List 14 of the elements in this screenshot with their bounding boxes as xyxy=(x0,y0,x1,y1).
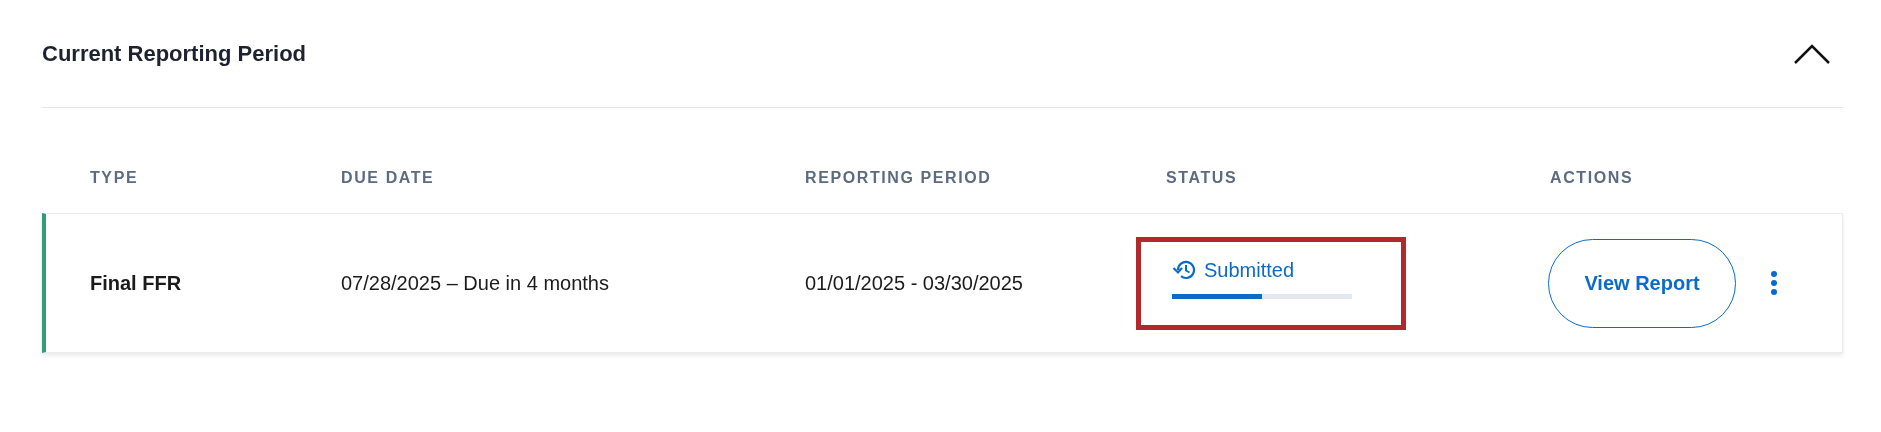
chevron-up-icon[interactable] xyxy=(1793,42,1831,65)
section-title: Current Reporting Period xyxy=(42,40,306,67)
column-header: STATUS xyxy=(1166,169,1239,187)
column-header: TYPE xyxy=(90,169,140,187)
history-icon xyxy=(1172,259,1196,281)
table-cell-text: Final FFR xyxy=(90,271,183,295)
status-label: Submitted xyxy=(1204,258,1295,282)
more-options-icon[interactable] xyxy=(1770,270,1778,296)
table-cell-text: 01/01/2025 - 03/30/2025 xyxy=(805,271,1024,295)
table-cell-text: 07/28/2025 – Due in 4 months xyxy=(341,271,610,295)
column-header: DUE DATE xyxy=(341,169,436,187)
column-header: ACTIONS xyxy=(1550,169,1635,187)
view-report-button[interactable]: View Report xyxy=(1548,238,1736,328)
column-header: REPORTING PERIOD xyxy=(805,169,993,187)
